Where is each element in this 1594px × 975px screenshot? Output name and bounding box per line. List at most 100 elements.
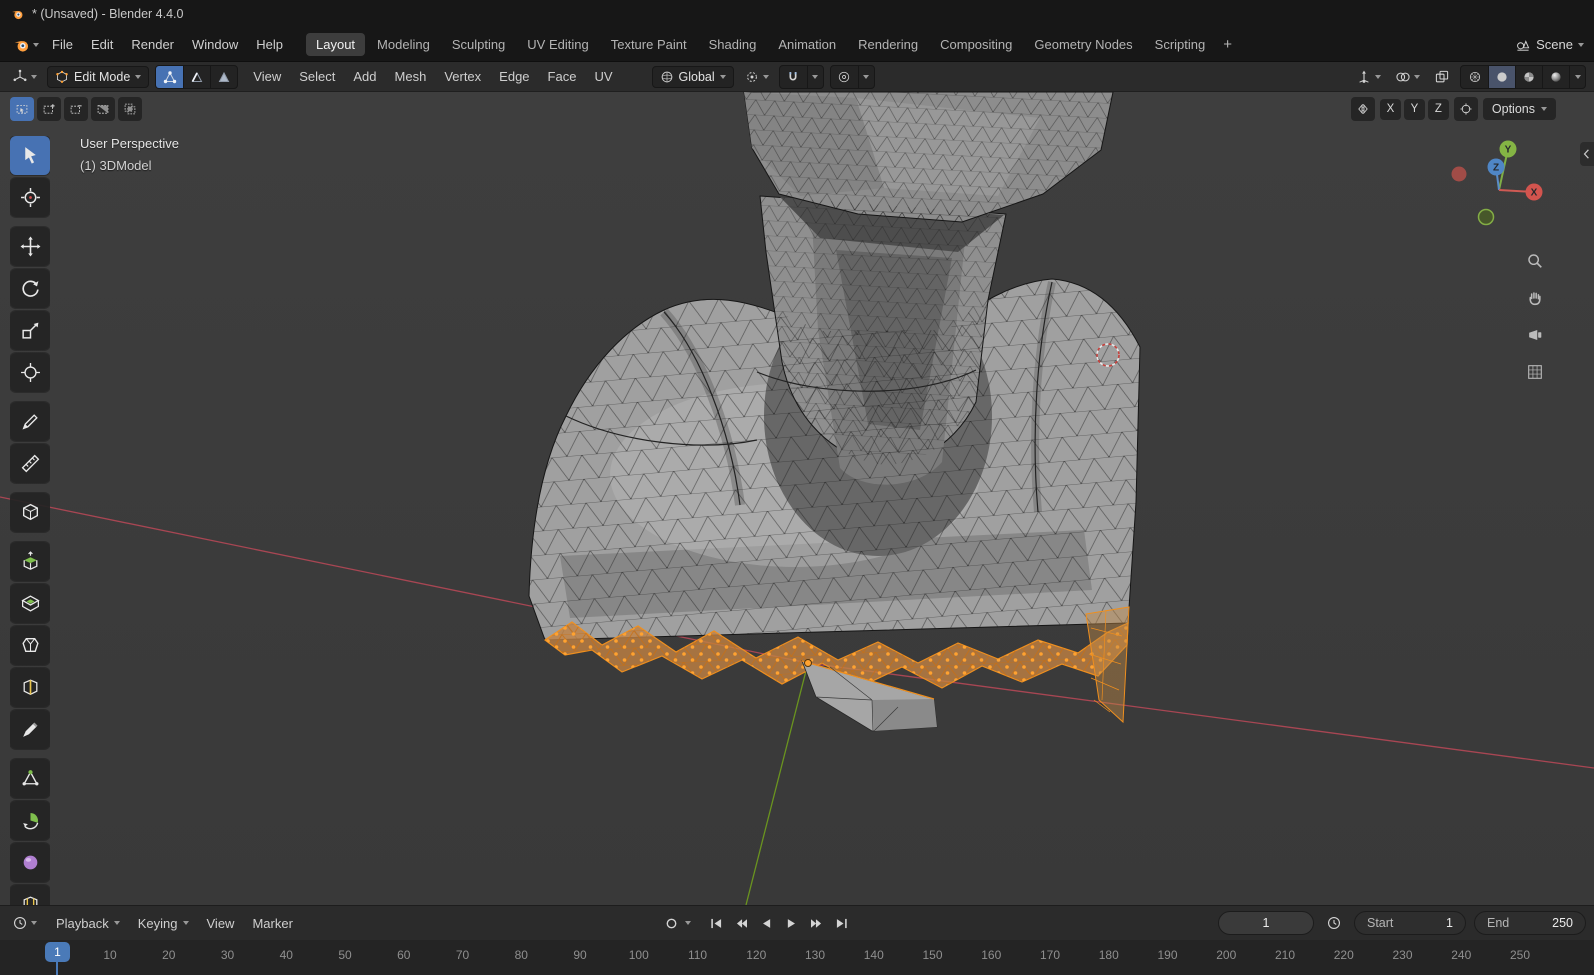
editor-type-button[interactable] xyxy=(8,66,41,88)
timeline-menu-item[interactable]: View xyxy=(198,912,244,935)
face-select-button[interactable] xyxy=(210,65,237,88)
workspace-tab[interactable]: Modeling xyxy=(367,33,440,56)
tool-button[interactable] xyxy=(10,801,50,840)
viewport-menu-item[interactable]: Face xyxy=(539,65,586,88)
gizmo-y-negative-ball[interactable] xyxy=(1477,208,1495,226)
tool-button[interactable] xyxy=(10,444,50,483)
tool-button[interactable] xyxy=(10,269,50,308)
gizmo-x-positive-ball[interactable]: X xyxy=(1525,183,1543,201)
shading-rendered-button[interactable] xyxy=(1542,65,1569,88)
play-button[interactable] xyxy=(780,912,803,934)
tool-button[interactable] xyxy=(10,885,50,905)
tool-button[interactable] xyxy=(10,493,50,532)
tool-button[interactable] xyxy=(10,584,50,623)
xray-toggle[interactable] xyxy=(1430,66,1454,88)
viewport-menu-item[interactable]: Edge xyxy=(490,65,538,88)
tool-button[interactable] xyxy=(10,668,50,707)
tool-button[interactable] xyxy=(10,402,50,441)
workspace-tab[interactable]: Sculpting xyxy=(442,33,515,56)
intersect-selection-button[interactable] xyxy=(118,97,142,121)
gizmo-y-positive-ball[interactable]: Y xyxy=(1499,140,1517,158)
tool-button[interactable] xyxy=(10,136,50,175)
menu-item[interactable]: Window xyxy=(183,33,247,56)
transform-orientation-selector[interactable]: Global xyxy=(651,65,734,88)
tool-button[interactable] xyxy=(10,759,50,798)
pan-button[interactable] xyxy=(1522,285,1548,311)
snap-options-button[interactable] xyxy=(806,65,823,88)
invert-selection-button[interactable] xyxy=(91,97,115,121)
tool-button[interactable] xyxy=(10,710,50,749)
mode-selector[interactable]: Edit Mode xyxy=(47,65,150,88)
add-workspace-button[interactable]: + xyxy=(1215,34,1240,55)
preview-range-toggle[interactable] xyxy=(1322,912,1346,934)
workspace-tab[interactable]: UV Editing xyxy=(517,33,598,56)
mirror-axis-button[interactable]: Y xyxy=(1403,98,1425,120)
timeline-menu-item[interactable]: Playback xyxy=(47,912,129,935)
workspace-tab[interactable]: Layout xyxy=(306,33,366,56)
mirror-button[interactable] xyxy=(1350,97,1375,121)
workspace-tab[interactable]: Geometry Nodes xyxy=(1024,33,1142,56)
workspace-tab[interactable]: Compositing xyxy=(930,33,1022,56)
proportional-edit-toggle[interactable] xyxy=(831,66,858,88)
overlays-button[interactable] xyxy=(1391,66,1424,88)
auto-keying-toggle[interactable] xyxy=(660,912,683,934)
shading-wireframe-button[interactable] xyxy=(1461,66,1488,88)
camera-view-button[interactable] xyxy=(1522,322,1548,348)
show-gizmo-button[interactable] xyxy=(1352,66,1385,88)
menu-item[interactable]: File xyxy=(43,33,82,56)
workspace-tab[interactable]: Scripting xyxy=(1145,33,1216,56)
navigation-gizmo[interactable]: Y Z X xyxy=(1444,138,1554,238)
zoom-button[interactable] xyxy=(1522,248,1548,274)
workspace-tab[interactable]: Animation xyxy=(768,33,846,56)
sidebar-toggle[interactable] xyxy=(1580,142,1594,166)
tool-button[interactable] xyxy=(10,227,50,266)
3d-viewport[interactable]: XYZ Options User Perspective (1) 3DModel xyxy=(0,92,1594,905)
start-frame-field[interactable]: Start 1 xyxy=(1354,911,1466,935)
gizmo-x-negative-ball[interactable] xyxy=(1451,166,1467,182)
mirror-axis-button[interactable]: Z xyxy=(1427,98,1449,120)
viewport-menu-item[interactable]: View xyxy=(244,65,290,88)
new-selection-button[interactable] xyxy=(10,97,34,121)
jump-to-end-button[interactable] xyxy=(830,912,853,934)
menu-item[interactable]: Help xyxy=(247,33,292,56)
jump-to-start-button[interactable] xyxy=(705,912,728,934)
subtract-selection-button[interactable] xyxy=(64,97,88,121)
extend-selection-button[interactable] xyxy=(37,97,61,121)
previous-keyframe-button[interactable] xyxy=(730,912,753,934)
tool-button[interactable] xyxy=(10,542,50,581)
workspace-tab[interactable]: Shading xyxy=(699,33,767,56)
options-button[interactable]: Options xyxy=(1482,98,1556,120)
workspace-tab[interactable]: Rendering xyxy=(848,33,928,56)
snap-target-button[interactable] xyxy=(1453,97,1478,121)
timeline-menu-item[interactable]: Keying xyxy=(129,912,198,935)
vertex-select-button[interactable] xyxy=(156,65,184,88)
next-keyframe-button[interactable] xyxy=(805,912,828,934)
tool-button[interactable] xyxy=(10,843,50,882)
viewport-menu-item[interactable]: UV xyxy=(585,65,621,88)
timeline-editor-type-button[interactable] xyxy=(8,912,41,934)
blender-menu-button[interactable] xyxy=(8,34,43,56)
ortho-toggle-button[interactable] xyxy=(1522,359,1548,385)
tool-button[interactable] xyxy=(10,311,50,350)
proportional-falloff-button[interactable] xyxy=(857,65,874,88)
end-frame-field[interactable]: End 250 xyxy=(1474,911,1586,935)
current-frame-field[interactable]: 1 xyxy=(1218,911,1314,935)
tool-button[interactable] xyxy=(10,353,50,392)
menu-item[interactable]: Edit xyxy=(82,33,122,56)
play-reverse-button[interactable] xyxy=(755,912,778,934)
viewport-menu-item[interactable]: Add xyxy=(344,65,385,88)
workspace-tab[interactable]: Texture Paint xyxy=(601,33,697,56)
gizmo-z-positive-ball[interactable]: Z xyxy=(1487,158,1505,176)
viewport-menu-item[interactable]: Select xyxy=(290,65,344,88)
auto-key-options-caret[interactable] xyxy=(685,921,691,925)
shading-material-button[interactable] xyxy=(1515,65,1542,88)
tool-button[interactable] xyxy=(10,626,50,665)
timeline-ruler[interactable]: 10 20 30 40 50 60 70 80 90 100 110 120 130 140 150 160 1… xyxy=(0,940,1594,975)
edge-select-button[interactable] xyxy=(183,65,210,88)
shading-solid-button[interactable] xyxy=(1488,65,1515,88)
timeline-menu-item[interactable]: Marker xyxy=(243,912,301,935)
shading-options-button[interactable] xyxy=(1569,65,1585,88)
viewport-menu-item[interactable]: Mesh xyxy=(386,65,436,88)
viewport-menu-item[interactable]: Vertex xyxy=(435,65,490,88)
menu-item[interactable]: Render xyxy=(122,33,183,56)
